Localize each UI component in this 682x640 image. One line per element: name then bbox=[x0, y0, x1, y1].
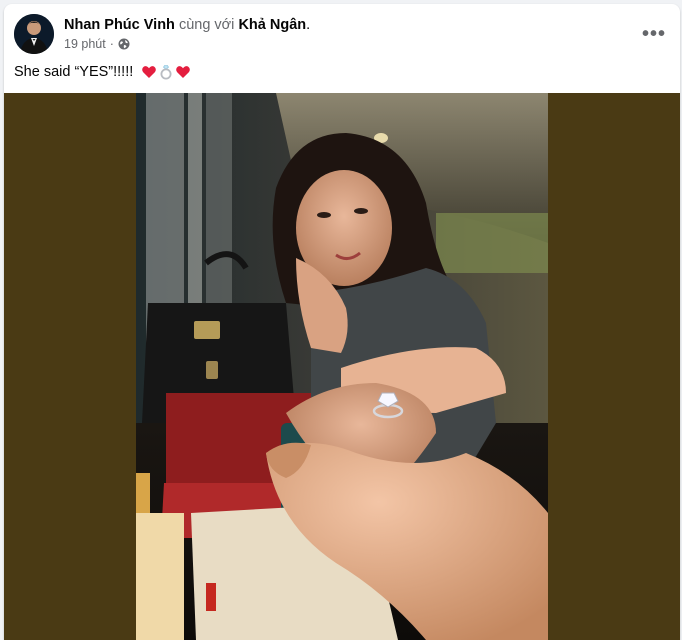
ring-icon bbox=[160, 65, 172, 80]
tagged-user-name[interactable]: Khả Ngân bbox=[238, 17, 306, 33]
feed-post: Nhan Phúc Vinh cùng với Khả Ngân. 19 phú… bbox=[4, 4, 680, 640]
red-heart-icon bbox=[176, 66, 191, 78]
post-author-line: Nhan Phúc Vinh cùng với Khả Ngân. bbox=[64, 17, 310, 33]
globe-icon[interactable] bbox=[118, 38, 130, 50]
caption-emojis bbox=[141, 64, 191, 80]
post-caption: She said “YES”!!!!! bbox=[14, 64, 191, 80]
post-photo-container bbox=[4, 93, 680, 640]
caption-text: She said “YES”!!!!! bbox=[14, 64, 134, 80]
post-header: Nhan Phúc Vinh cùng với Khả Ngân. 19 phú… bbox=[14, 14, 670, 56]
post-options-button[interactable]: ••• bbox=[638, 18, 670, 50]
meta-separator: · bbox=[109, 37, 114, 51]
period: . bbox=[306, 17, 311, 33]
author-avatar[interactable] bbox=[14, 14, 54, 54]
post-timestamp[interactable]: 19 phút bbox=[64, 37, 106, 51]
red-heart-icon bbox=[142, 66, 157, 78]
post-photo[interactable] bbox=[136, 93, 548, 640]
author-name[interactable]: Nhan Phúc Vinh bbox=[64, 17, 175, 33]
post-meta: 19 phút · bbox=[64, 37, 130, 51]
more-horizontal-icon: ••• bbox=[641, 23, 666, 45]
with-text: cùng với bbox=[178, 17, 235, 33]
